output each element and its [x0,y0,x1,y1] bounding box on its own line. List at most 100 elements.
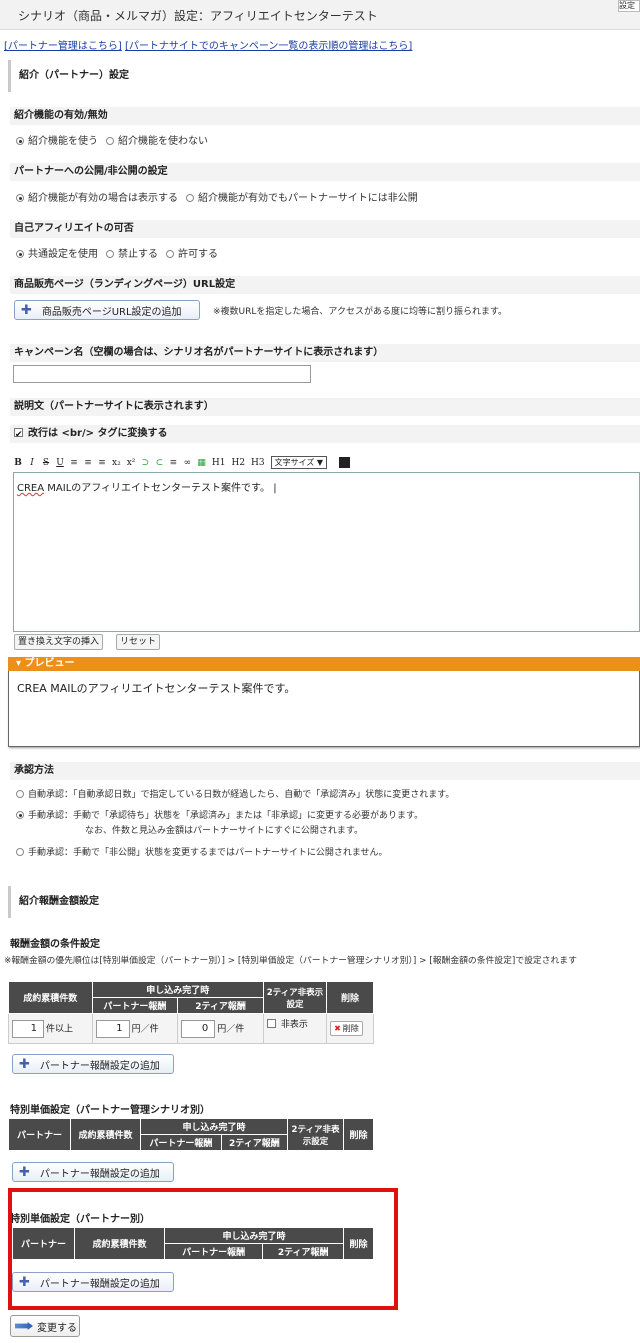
col-tier2-hide: 2ティア非表示設定 [287,1118,344,1151]
highlight-box [8,1188,398,1310]
header-links: [パートナー管理はこちら] [パートナサイトでのキャンペーン一覧の表示順の管理は… [4,37,412,52]
tier2-reward-unit: 円／件 [217,1024,245,1034]
description-label: 説明文（パートナーサイトに表示されます） [10,398,640,416]
radio-referral-nouse[interactable]: 紹介機能を使わない [106,132,208,147]
reward-priority-note: ※報酬金額の優先順位は[特別単価設定（パートナー別）] > [特別単価設定（パー… [4,956,577,966]
campaign-label: キャンペーン名（空欄の場合は、シナリオ名がパートナーサイトに表示されます） [10,344,640,362]
col-partner-reward: パートナー報酬 [140,1134,222,1151]
radio-icon [106,250,114,258]
landing-label: 商品販売ページ（ランディングページ）URL設定 [10,276,640,294]
col-delete: 削除 [326,981,374,1014]
referral-enable-radios: 紹介機能を使う 紹介機能を使わない [16,132,208,147]
title-bar: シナリオ（商品・メルマガ）設定：アフィリエイトセンターテスト 設定 [0,0,640,30]
radio-selected-icon [16,194,24,202]
delete-x-icon: ✖ [334,1024,341,1033]
special-scenario-label: 特別単価設定（パートナー管理シナリオ別） [10,1105,210,1116]
campaign-name-input[interactable] [13,365,311,383]
radio-public-show[interactable]: 紹介機能が有効の場合は表示する [16,189,178,204]
align-center-icon[interactable]: ≡ [84,458,92,468]
submit-button[interactable]: 変更する [10,1315,80,1337]
h2-button[interactable]: H2 [231,458,245,468]
partner-public-label: パートナーへの公開/非公開の設定 [10,163,640,181]
preview-content: CREA MAILのアフィリエイトセンターテスト案件です。 [17,682,296,695]
superscript-button[interactable]: x² [127,458,136,468]
col-app-complete: 申し込み完了時 [91,981,264,998]
hr-icon[interactable]: ≡ [169,458,178,468]
arrow-right-icon [15,1322,33,1330]
self-affiliate-label: 自己アフィリエイトの可否 [10,220,640,238]
underline-button[interactable]: U [56,458,64,468]
radio-approval-private[interactable]: 手動承認：手動で「非公開」状態を変更するまではパートナーサイトに公開されません。 [16,845,388,858]
approval-manual-note: なお、件数と見込み金額はパートナーサイトにすぐに公開されます。 [85,826,364,836]
tier2-hide-checkbox[interactable] [266,1019,276,1028]
editor-toolbar: B I S U ≡ ≡ ≡ x₂ x² ⊃ ⊂ ≡ ∞ ▦ H1 H2 H3 文… [14,456,351,469]
convert-br-checkbox[interactable] [14,426,23,444]
partner-reward-input[interactable]: 1 [95,1019,130,1038]
campaign-order-link[interactable]: [パートナサイトでのキャンペーン一覧の表示順の管理はこちら] [125,41,412,52]
radio-approval-manual[interactable]: 手動承認：手動で「承認待ち」状態を「承認済み」または「非承認」に変更する必要があ… [16,808,423,821]
settings-button[interactable]: 設定 [618,0,640,12]
tier2-hide-label: 非表示 [280,1020,308,1030]
col-app-complete: 申し込み完了時 [140,1118,288,1135]
col-tier2-hide: 2ティア非表示設定 [262,981,328,1014]
self-affiliate-radios: 共通設定を使用 禁止する 許可する [16,245,218,260]
convert-br-row: 改行は <br/> タグに変換する [10,425,640,444]
color-picker-icon[interactable] [339,457,351,468]
add-landing-url-button[interactable]: ✚ 商品販売ページURL設定の追加 [14,300,200,320]
link-icon[interactable]: ∞ [183,458,192,468]
delete-row-button[interactable]: ✖ 削除 [330,1021,363,1036]
description-editor[interactable]: CREA MAILのアフィリエイトセンターテスト案件です。 | [13,472,640,632]
radio-icon [166,250,174,258]
indent-icon[interactable]: ⊃ [141,458,150,468]
radio-selected-icon [16,137,24,145]
add-reward-setting-button[interactable]: ✚ パートナー報酬設定の追加 [12,1054,174,1074]
subscript-button[interactable]: x₂ [112,458,121,468]
add-scenario-reward-button[interactable]: ✚ パートナー報酬設定の追加 [12,1162,174,1182]
section-referral-title: 紹介（パートナー）設定 [8,60,640,92]
plus-icon: ✚ [19,1056,30,1072]
radio-icon [16,790,24,798]
table-row: 1 件以上 1 円／件 0 円／件 非表示 ✖ 削除 [8,1013,374,1044]
radio-icon [16,848,24,856]
editor-content: CREA MAILのアフィリエイトセンターテスト案件です。 | [17,483,277,494]
radio-icon [106,137,114,145]
radio-selected-icon [16,811,24,819]
partner-manage-link[interactable]: [パートナー管理はこちら] [4,41,122,52]
tier2-reward-input[interactable]: 0 [181,1019,216,1038]
radio-public-hide[interactable]: 紹介機能が有効でもパートナーサイトには非公開 [186,189,418,204]
count-input[interactable]: 1 [12,1019,44,1038]
font-size-select[interactable]: 文字サイズ ▼ [270,456,328,469]
col-tier2-reward: 2ティア報酬 [220,1134,289,1151]
reset-button[interactable]: リセット [116,634,161,650]
section-reward-title: 紹介報酬金額設定 [8,886,640,918]
outdent-icon[interactable]: ⊂ [155,458,164,468]
reward-conditions-table: 成約累積件数 申し込み完了時 2ティア非表示設定 削除 パートナー報酬 2ティア… [8,981,374,1044]
reward-conditions-label: 報酬金額の条件設定 [10,939,100,950]
preview-body: CREA MAILのアフィリエイトセンターテスト案件です。 [8,671,640,747]
referral-enable-label: 紹介機能の有効/無効 [10,107,640,125]
h1-button[interactable]: H1 [212,458,226,468]
bold-button[interactable]: B [14,458,22,468]
radio-approval-auto[interactable]: 自動承認：「自動承認日数」で指定している日数が経過したら、自動で「承認済み」状態… [16,787,454,800]
plus-icon: ✚ [21,302,32,318]
col-partner: パートナー [8,1118,71,1151]
radio-referral-use[interactable]: 紹介機能を使う [16,132,98,147]
insert-placeholder-button[interactable]: 置き換え文字の挿入 [14,634,104,650]
approval-label: 承認方法 [10,762,640,780]
radio-icon [186,194,194,202]
col-count: 成約累積件数 [8,981,93,1014]
image-icon[interactable]: ▦ [197,458,206,468]
align-right-icon[interactable]: ≡ [98,458,106,468]
radio-self-common[interactable]: 共通設定を使用 [16,245,98,260]
partner-public-radios: 紹介機能が有効の場合は表示する 紹介機能が有効でもパートナーサイトには非公開 [16,189,418,204]
count-unit: 件以上 [46,1024,74,1034]
strike-button[interactable]: S [42,458,50,468]
radio-self-allow[interactable]: 許可する [166,245,218,260]
col-partner-reward: パートナー報酬 [91,997,179,1014]
radio-self-forbid[interactable]: 禁止する [106,245,158,260]
h3-button[interactable]: H3 [251,458,265,468]
italic-button[interactable]: I [28,458,36,468]
preview-header[interactable]: ▾ プレビュー [8,657,640,671]
radio-selected-icon [16,250,24,258]
align-left-icon[interactable]: ≡ [70,458,78,468]
